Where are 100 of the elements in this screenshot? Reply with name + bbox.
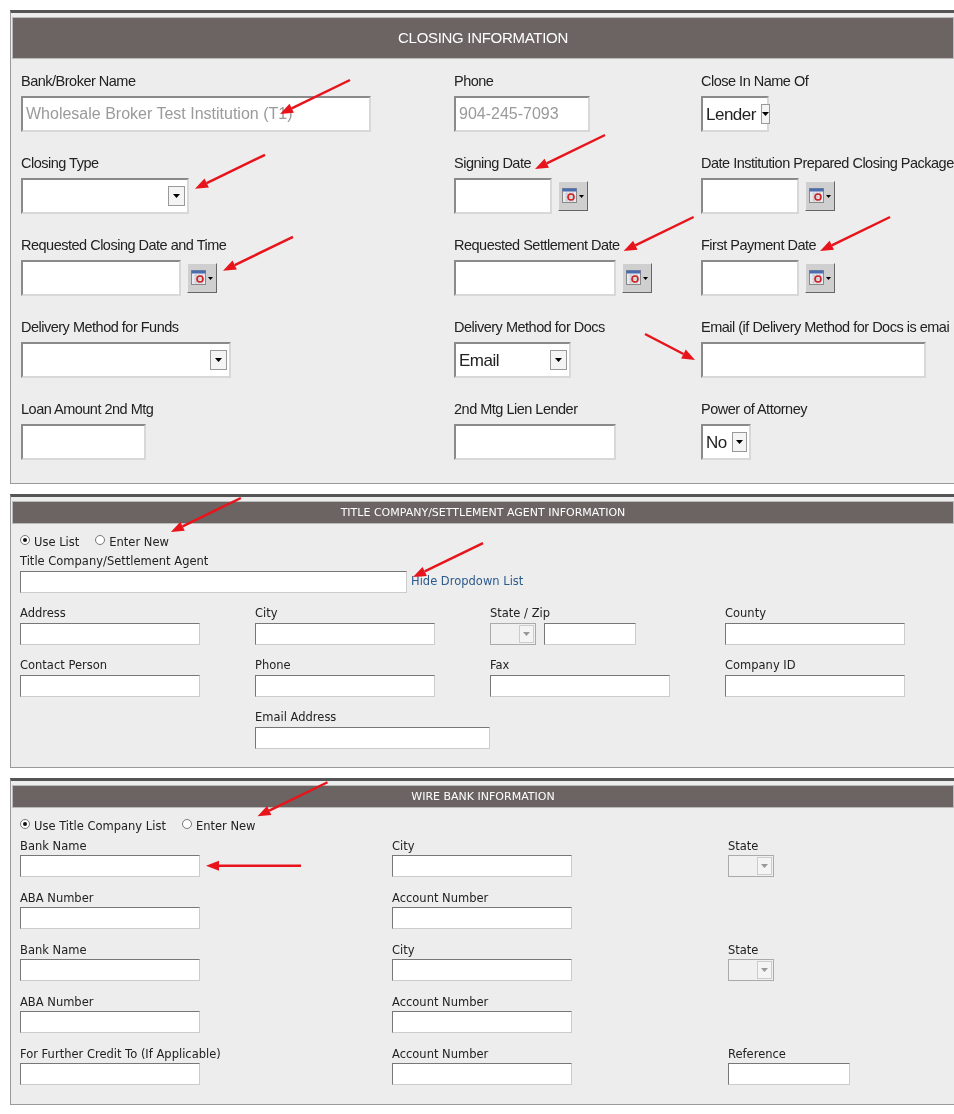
field-label: City [392,838,415,854]
field-label: Account Number [392,1046,489,1062]
calendar-button[interactable] [187,263,217,293]
section-header: TITLE COMPANY/SETTLEMENT AGENT INFORMATION [12,501,954,524]
field-label: Reference [728,1046,786,1062]
field-label: State / Zip [490,606,550,622]
dropdown[interactable]: Email [454,342,571,378]
calendar-icon [191,269,213,287]
section-header: WIRE BANK INFORMATION [12,785,954,809]
radio-label[interactable]: Enter New [195,818,256,836]
field-label: Date Institution Prepared Closing Package [701,154,954,173]
field-label: Company ID [725,658,796,674]
text-field[interactable] [21,424,146,460]
calendar-icon [809,187,831,205]
field-label: Requested Closing Date and Time [21,236,227,255]
field-label: Contact Person [20,658,108,674]
text-field[interactable] [544,622,636,645]
text-field[interactable] [20,1010,200,1033]
radio-label[interactable]: Use List [34,534,80,552]
text-field[interactable] [20,906,200,929]
radio-button[interactable] [95,534,106,545]
field-label: Bank Name [20,838,87,854]
text-field[interactable] [21,260,181,296]
field-label: Bank/Broker Name [21,72,136,91]
caret-icon [761,967,768,972]
caret-icon [523,631,530,636]
field-label: Account Number [392,994,489,1010]
field-label: State [728,838,759,854]
field-label: Email (if Delivery Method for Docs is emai [701,318,950,337]
text-field[interactable] [392,958,572,981]
dropdown[interactable] [21,342,231,378]
field-label: For Further Credit To (If Applicable) [20,1046,221,1062]
text-field[interactable] [725,622,905,645]
text-field[interactable] [20,674,200,697]
field-label: Delivery Method for Docs [454,318,605,337]
calendar-button[interactable] [558,181,588,211]
text-field[interactable] [725,674,905,697]
field-label: Email Address [255,710,337,726]
caret-icon [215,358,222,362]
radio-button[interactable] [20,818,30,829]
dropdown[interactable]: No [701,424,751,460]
caret-icon [761,863,768,868]
field-label: ABA Number [20,890,94,906]
text-field[interactable] [454,178,552,214]
field-label: State [728,942,759,958]
text-field[interactable] [255,674,435,697]
field-label: Account Number [392,890,489,906]
field-label: Phone [255,658,291,674]
calendar-button[interactable] [805,181,835,211]
caret-icon [735,440,743,444]
field-label: Phone [454,72,494,91]
dropdown[interactable] [21,178,189,214]
text-field[interactable] [490,674,670,697]
field-label: Signing Date [454,154,532,173]
text-field[interactable] [20,958,200,981]
field-label: Requested Settlement Date [454,236,620,255]
field-label: Title Company/Settlement Agent [20,554,209,570]
field-label: Delivery Method for Funds [21,318,179,337]
text-field[interactable] [392,1062,572,1085]
field-label: County [725,606,766,622]
caret-icon [761,112,769,116]
radio-button[interactable] [20,534,30,545]
text-field[interactable] [392,906,572,929]
field-label: Fax [490,658,510,674]
text-field[interactable] [701,260,799,296]
radio-button[interactable] [181,818,192,829]
text-field[interactable] [20,1062,200,1085]
text-field[interactable] [454,260,616,296]
calendar-button[interactable] [805,263,835,293]
field-label: Address [20,606,66,622]
text-field[interactable] [20,570,407,593]
text-field[interactable] [255,726,490,749]
field-label: Bank Name [20,942,87,958]
calendar-button[interactable] [622,263,652,293]
field-label: 2nd Mtg Lien Lender [454,400,578,419]
text-field[interactable] [454,424,616,460]
hide-dropdown-link[interactable]: Hide Dropdown List [411,572,524,591]
field-label: City [255,606,278,622]
text-field[interactable] [701,342,926,378]
text-field[interactable] [20,622,200,645]
field-label: Close In Name Of [701,72,809,91]
calendar-icon [809,269,831,287]
calendar-icon [626,269,648,287]
calendar-icon [562,187,584,205]
dropdown[interactable]: Lender [701,96,769,132]
text-field[interactable] [392,854,572,877]
field-label: First Payment Date [701,236,817,255]
radio-label[interactable]: Enter New [109,534,169,552]
text-field[interactable] [255,622,435,645]
text-field[interactable] [392,1010,572,1033]
field-label: Loan Amount 2nd Mtg [21,400,154,419]
radio-label[interactable]: Use Title Company List [34,818,166,836]
text-field[interactable] [701,178,799,214]
caret-icon [173,194,180,198]
caret-icon [555,358,562,362]
text-field[interactable] [20,854,200,877]
text-field[interactable] [728,1062,850,1085]
field-label: ABA Number [20,994,94,1010]
field-label: Power of Attorney [701,400,807,419]
field-label: Closing Type [21,154,99,173]
